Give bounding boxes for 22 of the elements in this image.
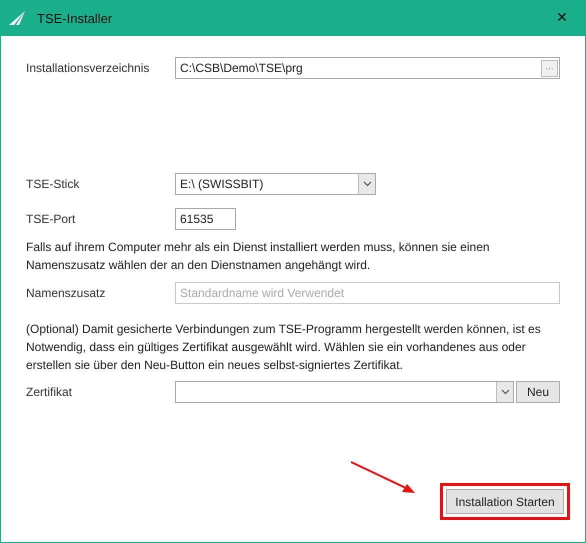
info-text: Falls auf ihrem Computer mehr als ein Dienst installiert werden muss, können sie einen Namenszusatz wählen der an den Dienstnamen angehängt wird. bbox=[26, 239, 491, 274]
new-button[interactable]: Neu bbox=[516, 381, 560, 403]
field-label: Zertifikat bbox=[26, 385, 74, 399]
dropdown-button[interactable] bbox=[496, 382, 513, 402]
paper-plane-icon bbox=[9, 11, 25, 25]
port-field[interactable]: 61535 bbox=[175, 208, 236, 230]
stick-dropdown[interactable]: E:\ (SWISSBIT) bbox=[175, 173, 376, 195]
field-label: TSE-Stick bbox=[26, 177, 80, 191]
window-title: TSE-Installer bbox=[37, 10, 114, 26]
directory-field[interactable]: C:\CSB\Demo\TSE\prg ··· bbox=[175, 57, 560, 79]
dropdown-button[interactable] bbox=[358, 174, 375, 194]
field-label: TSE-Port bbox=[26, 212, 76, 226]
close-button[interactable]: ✕ bbox=[539, 0, 585, 36]
browse-button[interactable]: ··· bbox=[541, 60, 558, 76]
field-label: Installationsverzeichnis bbox=[26, 61, 150, 75]
pointer-arrow bbox=[350, 461, 416, 495]
name-suffix-field[interactable]: Standardname wird Verwendet bbox=[175, 282, 560, 304]
chevron-down-icon bbox=[500, 389, 510, 395]
chevron-down-icon bbox=[362, 181, 372, 187]
start-button[interactable]: Installation Starten bbox=[446, 489, 564, 514]
info-text: (Optional) Damit gesicherte Verbindungen zum TSE-Programm hergestellt werden können, ist es Notwendig, dass ein gültiges Zertifikat ausgewählt wird. Wählen sie ein vorhandenes aus oder erstellen sie über den Neu-Button ein neues selbst-signiertes Zertifikat. bbox=[26, 321, 542, 374]
field-label: Namenszusatz bbox=[26, 286, 106, 300]
